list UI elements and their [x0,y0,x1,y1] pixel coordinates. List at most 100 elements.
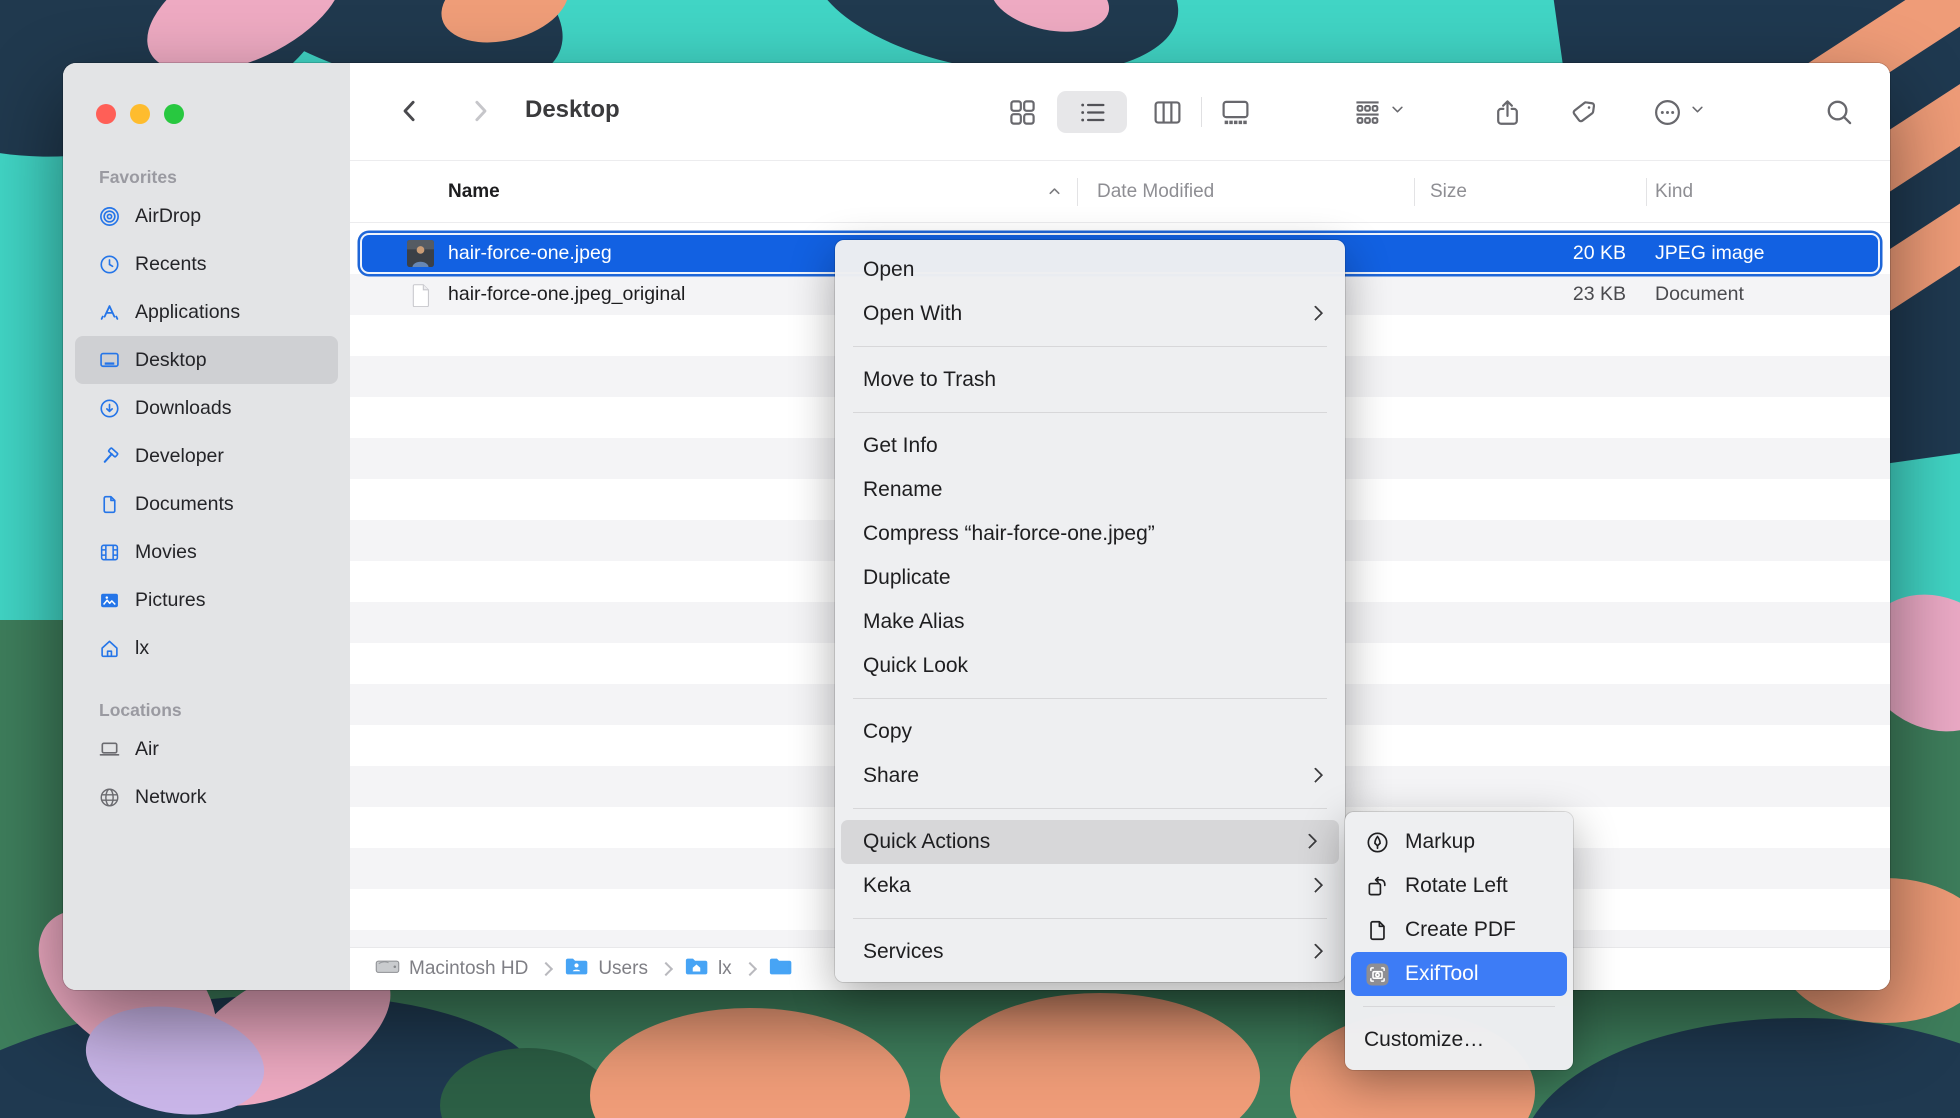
menu-item-label: Move to Trash [863,368,996,392]
menu-item-compress[interactable]: Compress “hair-force-one.jpeg” [835,512,1345,556]
submenu-item-customize[interactable]: Customize… [1345,1018,1573,1062]
menu-item-copy[interactable]: Copy [835,710,1345,754]
sidebar-item-label: Documents [135,493,234,516]
menu-divider [853,412,1327,413]
path-chevron-icon [539,962,553,976]
submenu-item-exiftool[interactable]: ExifTool [1351,952,1567,996]
sidebar-item-documents[interactable]: Documents [75,480,338,528]
sidebar: Favorites AirDrop Recents Applications [63,63,351,990]
sidebar-item-air[interactable]: Air [75,725,338,773]
sidebar-item-downloads[interactable]: Downloads [75,384,338,432]
menu-item-move-to-trash[interactable]: Move to Trash [835,358,1345,402]
submenu-chevron-icon [1308,767,1324,783]
sidebar-item-label: Desktop [135,349,207,372]
menu-item-quick-actions[interactable]: Quick Actions [841,820,1339,864]
menu-item-label: Copy [863,720,912,744]
sidebar-item-label: AirDrop [135,205,201,228]
sidebar-item-airdrop[interactable]: AirDrop [75,192,338,240]
column-header-size[interactable]: Size [1430,161,1467,222]
menu-item-get-info[interactable]: Get Info [835,424,1345,468]
menu-item-services[interactable]: Services [835,930,1345,974]
menu-item-label: Compress “hair-force-one.jpeg” [863,522,1155,546]
sidebar-item-label: Network [135,786,207,809]
hard-drive-icon [375,956,400,983]
submenu-item-label: Create PDF [1405,918,1516,942]
sidebar-item-pictures[interactable]: Pictures [75,576,338,624]
path-segment-folder[interactable] [768,956,802,983]
sidebar-item-applications[interactable]: Applications [75,288,338,336]
file-kind: Document [1655,274,1744,315]
menu-item-label: Make Alias [863,610,965,634]
column-divider[interactable] [1414,178,1415,206]
back-button[interactable] [392,93,428,129]
gallery-view-button[interactable] [1213,91,1257,133]
file-size: 23 KB [1414,274,1626,315]
column-header-name[interactable]: Name [448,161,500,222]
icon-view-button[interactable] [1000,91,1044,133]
column-header-kind[interactable]: Kind [1655,161,1693,222]
globe-icon [97,785,121,809]
menu-item-open-with[interactable]: Open With [835,292,1345,336]
chevron-down-icon [1390,102,1405,122]
menu-divider [853,808,1327,809]
sidebar-item-network[interactable]: Network [75,773,338,821]
window-title: Desktop [525,96,620,124]
zoom-button[interactable] [164,104,184,124]
column-divider[interactable] [1646,178,1647,206]
minimize-button[interactable] [130,104,150,124]
search-button[interactable] [1822,91,1857,133]
submenu-chevron-icon [1308,305,1324,321]
sidebar-item-label: Applications [135,301,240,324]
list-view-button[interactable] [1057,91,1127,133]
sidebar-item-home[interactable]: lx [75,624,338,672]
screen: Favorites AirDrop Recents Applications [0,0,1960,1118]
column-header-row: Name Date Modified Size Kind [350,160,1890,223]
toolbar: Desktop [350,63,1890,160]
path-segment-users[interactable]: Users [564,956,648,983]
column-view-button[interactable] [1145,91,1189,133]
path-segment-label: lx [718,958,732,980]
sidebar-item-movies[interactable]: Movies [75,528,338,576]
tag-button[interactable] [1566,91,1601,133]
column-divider[interactable] [1077,178,1078,206]
rotate-left-icon [1364,873,1391,900]
sidebar-item-desktop[interactable]: Desktop [75,336,338,384]
menu-item-rename[interactable]: Rename [835,468,1345,512]
file-name: hair-force-one.jpeg_original [448,274,685,315]
submenu-item-rotate-left[interactable]: Rotate Left [1345,864,1573,908]
desktop-icon [97,348,121,372]
file-size: 20 KB [1414,233,1626,274]
menu-item-label: Quick Actions [863,830,990,854]
sidebar-item-label: Downloads [135,397,231,420]
sort-ascending-icon[interactable] [1046,183,1063,206]
path-segment-macintosh-hd[interactable]: Macintosh HD [375,956,528,983]
menu-item-duplicate[interactable]: Duplicate [835,556,1345,600]
group-button[interactable] [1350,91,1407,133]
folder-users-icon [564,956,589,983]
submenu-item-create-pdf[interactable]: Create PDF [1345,908,1573,952]
menu-item-quick-look[interactable]: Quick Look [835,644,1345,688]
menu-item-keka[interactable]: Keka [835,864,1345,908]
more-options-button[interactable] [1650,91,1707,133]
jpeg-thumbnail [407,233,434,274]
share-button[interactable] [1490,91,1525,133]
sidebar-item-recents[interactable]: Recents [75,240,338,288]
sidebar-item-developer[interactable]: Developer [75,432,338,480]
menu-divider [853,346,1327,347]
submenu-item-markup[interactable]: Markup [1345,820,1573,864]
menu-divider [1363,1006,1555,1007]
menu-item-share[interactable]: Share [835,754,1345,798]
home-icon [97,636,121,660]
column-header-date-modified[interactable]: Date Modified [1097,161,1214,222]
forward-button[interactable] [462,93,498,129]
sidebar-item-label: lx [135,637,149,660]
path-segment-lx[interactable]: lx [684,956,732,983]
path-segment-label: Users [598,958,648,980]
context-menu: Open Open With Move to Trash Get Info Re… [835,240,1345,982]
close-button[interactable] [96,104,116,124]
film-icon [97,540,121,564]
submenu-item-label: ExifTool [1405,962,1479,986]
menu-item-make-alias[interactable]: Make Alias [835,600,1345,644]
menu-item-open[interactable]: Open [835,248,1345,292]
download-circle-icon [97,396,121,420]
